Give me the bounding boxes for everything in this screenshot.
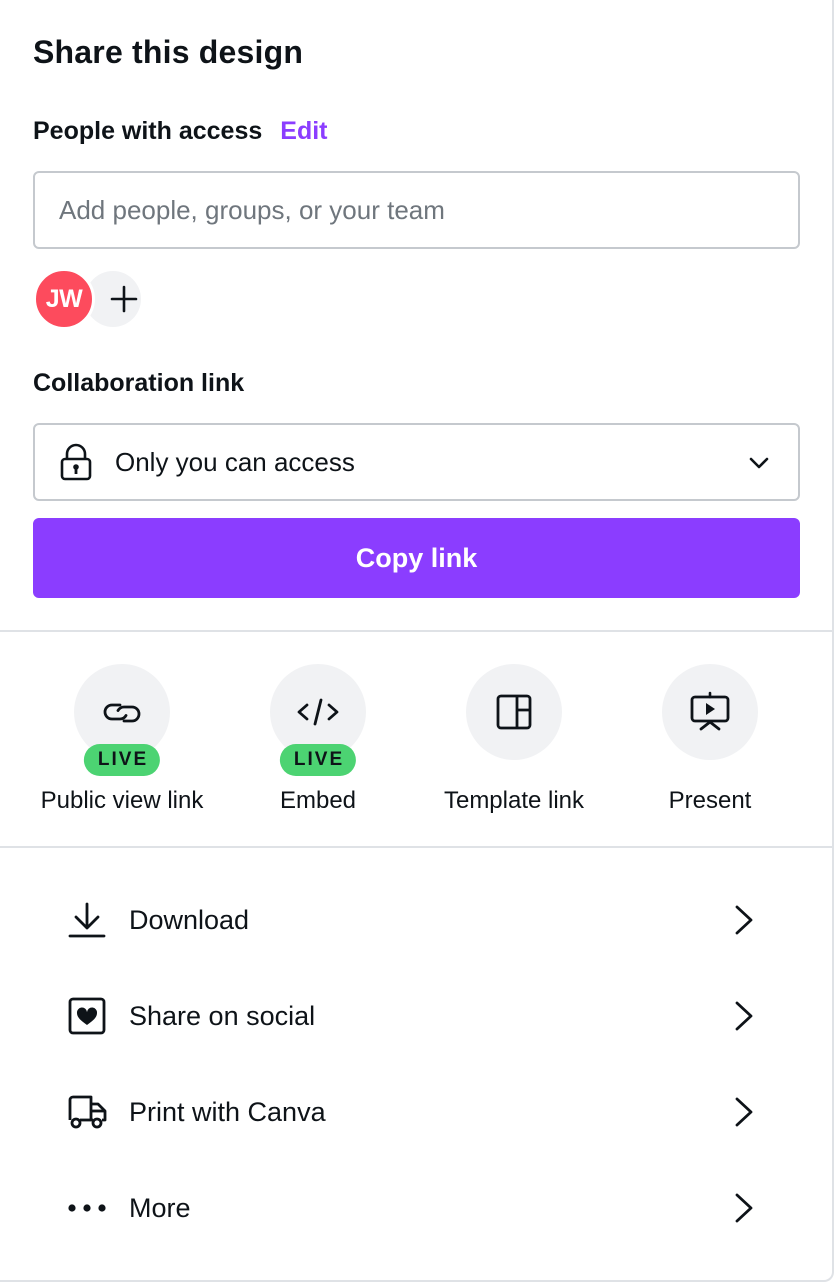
link-icon [103, 703, 141, 723]
menu-item-label: Download [129, 904, 250, 935]
avatar[interactable]: JW [33, 268, 95, 330]
divider [0, 846, 832, 848]
link-access-value: Only you can access [115, 446, 355, 477]
menu-item-share-on-social[interactable]: Share on social [0, 968, 832, 1064]
quick-action-label: Public view link [40, 787, 204, 814]
share-panel: Share this design People with access Edi… [0, 0, 834, 1282]
chevron-down-icon [749, 457, 769, 469]
menu-item-more[interactable]: More [0, 1160, 832, 1256]
embed-button[interactable]: LIVE Embed [220, 664, 416, 815]
truck-icon [66, 1091, 108, 1133]
chevron-right-icon [730, 999, 758, 1033]
lock-icon [57, 443, 95, 481]
icon-circle: LIVE [74, 664, 170, 776]
presentation-icon [690, 691, 730, 731]
menu-item-print-with-canva[interactable]: Print with Canva [0, 1064, 832, 1160]
chevron-right-icon [730, 1191, 758, 1225]
more-dots-icon [66, 1187, 108, 1229]
download-icon [66, 899, 108, 941]
collaboration-link-label: Collaboration link [33, 369, 245, 397]
menu-item-label: More [129, 1192, 191, 1223]
edit-access-link[interactable]: Edit [280, 117, 327, 146]
present-button[interactable]: Present [612, 664, 808, 815]
icon-circle [466, 664, 562, 760]
code-icon [297, 698, 339, 726]
live-badge: LIVE [279, 744, 357, 776]
quick-action-label: Embed [279, 787, 357, 814]
quick-actions: LIVE Public view link LIVE Embed Templat… [0, 664, 832, 824]
live-badge: LIVE [83, 744, 161, 776]
plus-icon [110, 285, 138, 313]
people-access-label: People with access [33, 117, 263, 145]
link-access-dropdown[interactable]: Only you can access [33, 423, 800, 501]
social-heart-icon [66, 995, 108, 1037]
people-access-header: People with access Edit [33, 117, 328, 146]
panel-title: Share this design [33, 34, 304, 70]
quick-action-label: Present [668, 787, 752, 814]
template-icon [496, 694, 532, 730]
public-view-link-button[interactable]: LIVE Public view link [24, 664, 220, 815]
divider [0, 630, 832, 632]
icon-circle: LIVE [270, 664, 366, 776]
menu-item-download[interactable]: Download [0, 872, 832, 968]
chevron-right-icon [730, 903, 758, 937]
avatar-initials: JW [45, 284, 83, 313]
copy-link-button[interactable]: Copy link [33, 518, 800, 598]
chevron-right-icon [730, 1095, 758, 1129]
quick-action-label: Template link [443, 787, 585, 814]
people-avatars: JW [33, 268, 143, 330]
menu-item-label: Share on social [129, 1000, 316, 1031]
menu-item-label: Print with Canva [129, 1096, 326, 1127]
icon-circle [662, 664, 758, 760]
add-people-input[interactable] [33, 171, 800, 249]
template-link-button[interactable]: Template link [416, 664, 612, 815]
